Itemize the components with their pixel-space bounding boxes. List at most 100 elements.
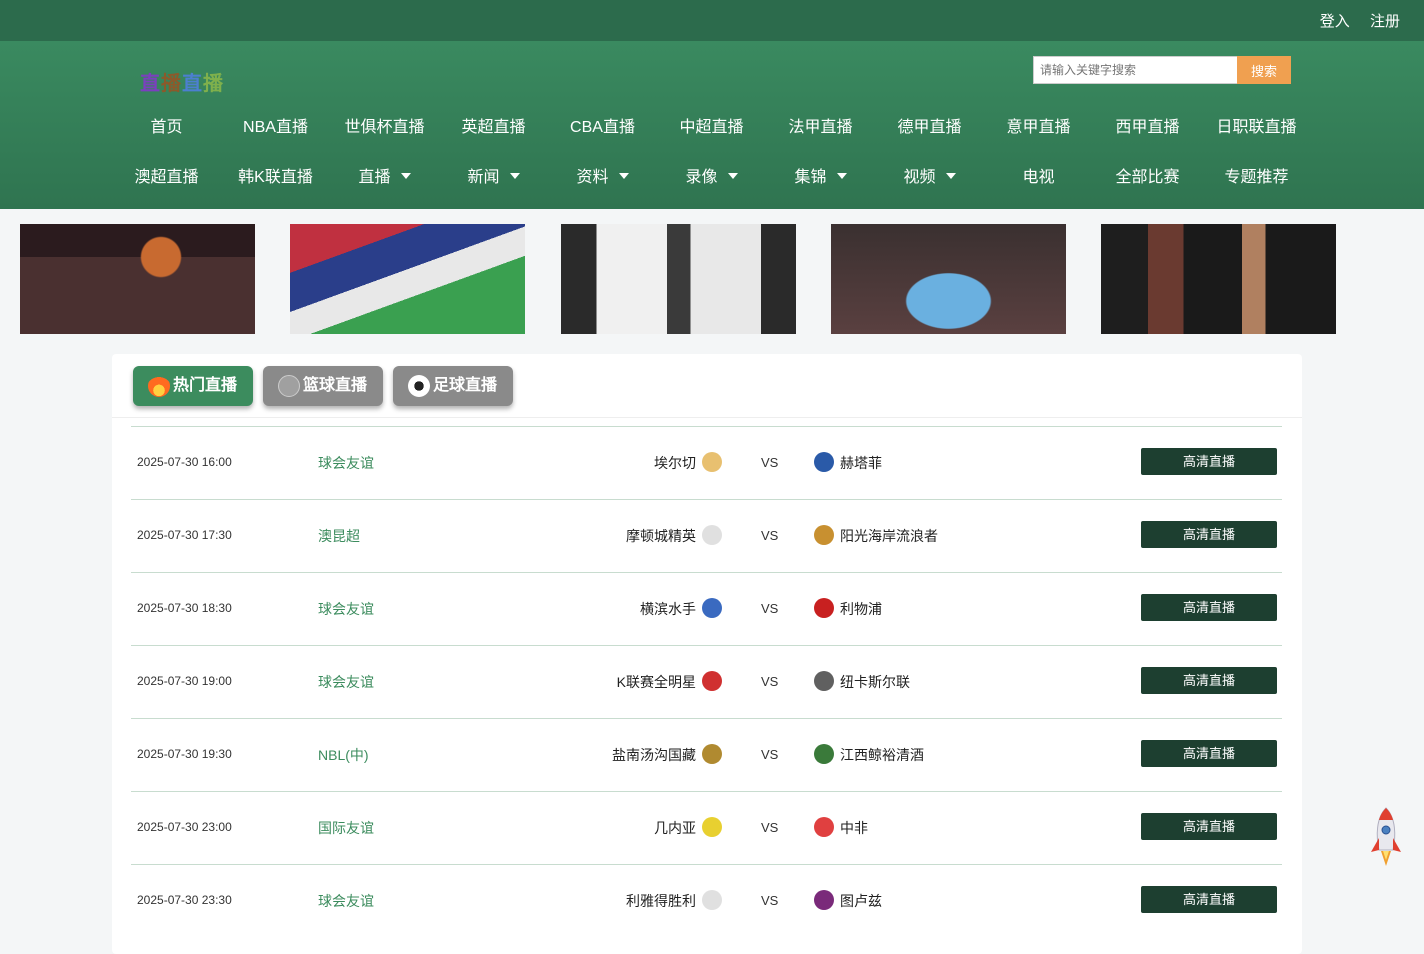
home-team-logo-icon: [702, 744, 722, 764]
home-team: 盐南汤沟国藏: [612, 747, 696, 763]
nav-dropdown[interactable]: 新闻: [439, 163, 548, 193]
match-row: 2025-07-30 17:30 澳昆超 摩顿城精英 VS 阳光海岸流浪者 高清直播: [131, 499, 1282, 572]
nav-item[interactable]: 电视: [984, 163, 1093, 193]
hd-live-button[interactable]: 高清直播: [1141, 667, 1277, 694]
hd-live-button[interactable]: 高清直播: [1141, 740, 1277, 767]
away-team-logo-icon: [814, 817, 834, 837]
nav-item[interactable]: 意甲直播: [984, 113, 1093, 143]
league-link[interactable]: NBL(中): [318, 745, 369, 765]
match-time: 2025-07-30 17:30: [137, 528, 232, 542]
match-time: 2025-07-30 19:30: [137, 747, 232, 761]
match-time: 2025-07-30 16:00: [137, 455, 232, 469]
tab-hot[interactable]: 热门直播: [133, 366, 253, 406]
header: 直播直播 搜索 首页NBA直播世俱杯直播英超直播CBA直播中超直播法甲直播德甲直…: [0, 41, 1424, 209]
tab-football[interactable]: 足球直播: [393, 366, 513, 406]
league-link[interactable]: 球会友谊: [318, 599, 374, 619]
banner-image-basketball[interactable]: [20, 224, 255, 334]
hd-live-button[interactable]: 高清直播: [1141, 886, 1277, 913]
tab-basketball[interactable]: 篮球直播: [263, 366, 383, 406]
nav-label: 直播: [358, 169, 391, 186]
league-link[interactable]: 澳昆超: [318, 526, 360, 546]
nav-item[interactable]: 德甲直播: [875, 113, 984, 143]
nav-item[interactable]: 全部比赛: [1093, 163, 1202, 193]
nav-label: 韩K联直播: [238, 169, 313, 186]
nav-item[interactable]: 首页: [112, 113, 221, 143]
vs-label: VS: [761, 674, 779, 689]
nav-label: 新闻: [467, 169, 500, 186]
banner-strip: [0, 224, 1424, 334]
logo-char: 播: [161, 73, 182, 95]
basketball-icon: [278, 375, 300, 397]
match-row: 2025-07-30 19:30 NBL(中) 盐南汤沟国藏 VS 江西鲸裕清酒 高清直播: [131, 718, 1282, 791]
nav-label: 澳超直播: [134, 169, 199, 186]
banner-image-striker[interactable]: [831, 224, 1066, 334]
caret-down-icon: [509, 172, 520, 179]
match-row: 2025-07-30 23:30 球会友谊 利雅得胜利 VS 图卢兹 高清直播: [131, 864, 1282, 937]
match-time: 2025-07-30 23:30: [137, 893, 232, 907]
search-button[interactable]: 搜索: [1236, 56, 1291, 84]
caret-down-icon: [400, 172, 411, 179]
home-team-logo-icon: [702, 890, 722, 910]
nav-label: 电视: [1022, 169, 1055, 186]
vs-label: VS: [761, 601, 779, 616]
vs-label: VS: [761, 455, 779, 470]
home-team-logo-icon: [702, 525, 722, 545]
login-link[interactable]: 登入: [1320, 13, 1350, 30]
hd-live-button[interactable]: 高清直播: [1141, 594, 1277, 621]
back-to-top-rocket-icon[interactable]: [1369, 806, 1403, 868]
nav-label: 视频: [903, 169, 936, 186]
nav-item[interactable]: 中超直播: [657, 113, 766, 143]
nav-item[interactable]: 专题推荐: [1202, 163, 1311, 193]
home-team: 横滨水手: [640, 601, 696, 617]
banner-image-wnba[interactable]: [1101, 224, 1336, 334]
nav-item[interactable]: 西甲直播: [1093, 113, 1202, 143]
nav-dropdown[interactable]: 录像: [657, 163, 766, 193]
home-team: 埃尔切: [654, 455, 696, 471]
nav-item[interactable]: 韩K联直播: [221, 163, 330, 193]
main-nav-row-1: 首页 NBA直播 世俱杯直播 英超直播 CBA直播 中超直播 法甲直播 德甲直播 意甲直播 西甲直…: [112, 113, 1312, 143]
match-list: 2025-07-30 16:00 球会友谊 埃尔切 VS 赫塔菲 高清直播 2025-07-…: [131, 426, 1282, 937]
away-team-logo-icon: [814, 598, 834, 618]
nav-dropdown[interactable]: 直播: [330, 163, 439, 193]
caret-down-icon: [836, 172, 847, 179]
league-link[interactable]: 球会友谊: [318, 891, 374, 911]
away-team-logo-icon: [814, 890, 834, 910]
hd-live-button[interactable]: 高清直播: [1141, 521, 1277, 548]
search-input[interactable]: [1033, 56, 1237, 84]
match-time: 2025-07-30 19:00: [137, 674, 232, 688]
league-link[interactable]: 球会友谊: [318, 453, 374, 473]
home-team-logo-icon: [702, 671, 722, 691]
nav-item[interactable]: 世俱杯直播: [330, 113, 439, 143]
nav-item[interactable]: 法甲直播: [766, 113, 875, 143]
auth-links: 登入 注册: [1304, 10, 1400, 31]
away-team: 图卢兹: [840, 893, 882, 909]
nav-dropdown[interactable]: 视频: [875, 163, 984, 193]
nav-dropdown[interactable]: 集锦: [766, 163, 875, 193]
banner-image-football[interactable]: [290, 224, 525, 334]
nav-item[interactable]: CBA直播: [548, 113, 657, 143]
match-row: 2025-07-30 23:00 国际友谊 几内亚 VS 中非 高清直播: [131, 791, 1282, 864]
match-row: 2025-07-30 16:00 球会友谊 埃尔切 VS 赫塔菲 高清直播: [131, 426, 1282, 499]
hd-live-button[interactable]: 高清直播: [1141, 448, 1277, 475]
hd-live-button[interactable]: 高清直播: [1141, 813, 1277, 840]
register-link[interactable]: 注册: [1370, 13, 1400, 30]
site-logo[interactable]: 直播直播: [140, 67, 224, 96]
divider: [112, 417, 1302, 418]
nav-item[interactable]: 澳超直播: [112, 163, 221, 193]
top-bar: 登入 注册: [0, 0, 1424, 41]
nav-dropdown[interactable]: 资料: [548, 163, 657, 193]
league-link[interactable]: 球会友谊: [318, 672, 374, 692]
nav-label: 专题推荐: [1224, 169, 1289, 186]
league-link[interactable]: 国际友谊: [318, 818, 374, 838]
away-team: 纽卡斯尔联: [840, 674, 910, 690]
nav-item[interactable]: 英超直播: [439, 113, 548, 143]
tab-label: 足球直播: [433, 377, 498, 394]
logo-char: 直: [182, 73, 203, 95]
main-nav-row-2: 澳超直播 韩K联直播 直播 新闻 资料 录像 集锦 视频 电视 全部比赛 专题推荐: [112, 163, 1312, 193]
banner-image-players[interactable]: [561, 224, 796, 334]
nav-item[interactable]: NBA直播: [221, 113, 330, 143]
logo-char: 播: [203, 73, 224, 95]
away-team: 赫塔菲: [840, 455, 882, 471]
nav-item[interactable]: 日职联直播: [1202, 113, 1311, 143]
home-team-logo-icon: [702, 598, 722, 618]
